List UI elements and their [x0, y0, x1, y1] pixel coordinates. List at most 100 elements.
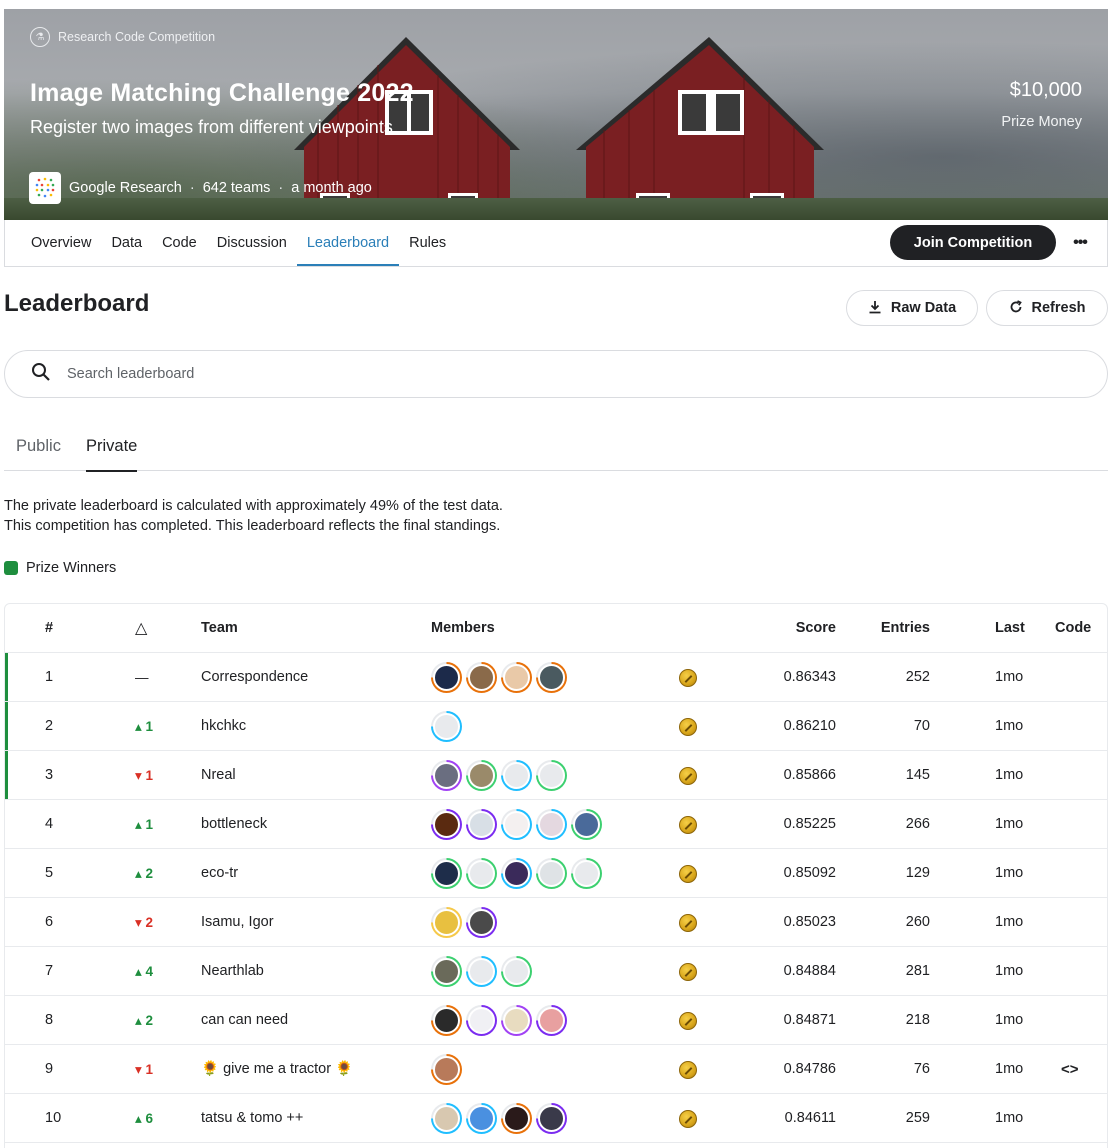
column-delta[interactable]: △ — [135, 604, 147, 653]
page-title: Leaderboard — [4, 290, 150, 317]
member-avatar[interactable] — [501, 809, 532, 840]
column-score[interactable]: Score — [735, 604, 836, 653]
medal-cell — [679, 947, 697, 996]
member-avatar[interactable] — [431, 662, 462, 693]
member-avatar[interactable] — [431, 809, 462, 840]
table-row[interactable]: 6 ▾ 2 Isamu, Igor 0.85023 260 1mo — [5, 898, 1107, 947]
member-avatar[interactable] — [536, 809, 567, 840]
member-avatar[interactable] — [536, 1005, 567, 1036]
team-members — [431, 751, 567, 800]
member-avatar[interactable] — [431, 711, 462, 742]
member-avatar[interactable] — [431, 956, 462, 987]
gold-medal-icon — [679, 1060, 697, 1079]
team-name[interactable]: tatsu & tomo ++ — [201, 1094, 303, 1143]
member-avatar[interactable] — [431, 760, 462, 791]
member-avatar[interactable] — [501, 760, 532, 791]
tab-leaderboard[interactable]: Leaderboard — [296, 220, 400, 266]
member-avatar[interactable] — [466, 858, 497, 889]
column-code[interactable]: Code — [1055, 604, 1091, 653]
member-avatar[interactable] — [466, 907, 497, 938]
team-name[interactable]: Nearthlab — [201, 947, 264, 996]
member-avatar[interactable] — [536, 760, 567, 791]
member-avatar[interactable] — [466, 956, 497, 987]
gold-medal-icon — [679, 815, 697, 834]
team-name[interactable]: hkchkc — [201, 702, 246, 751]
prize-label: Prize Money — [1001, 114, 1082, 130]
avatar-image — [538, 762, 565, 789]
team-name[interactable]: Isamu, Igor — [201, 898, 274, 947]
gold-medal-icon — [679, 1011, 697, 1030]
column-members[interactable]: Members — [431, 604, 495, 653]
score-cell: 0.84611 — [784, 1110, 836, 1126]
entries-cell: 259 — [905, 1110, 930, 1126]
more-options-icon[interactable]: ••• — [1067, 230, 1093, 256]
tab-private[interactable]: Private — [86, 430, 138, 472]
table-row[interactable]: 1 — Correspondence 0.86343 252 1mo — [5, 653, 1107, 702]
team-name[interactable]: bottleneck — [201, 800, 267, 849]
column-entries[interactable]: Entries — [845, 604, 930, 653]
tab-discussion[interactable]: Discussion — [207, 220, 297, 266]
score-cell: 0.85092 — [783, 865, 836, 881]
tab-rules[interactable]: Rules — [399, 220, 456, 266]
member-avatar[interactable] — [536, 858, 567, 889]
host-logo-icon[interactable] — [29, 172, 61, 204]
prize-winners-legend: Prize Winners — [4, 560, 116, 576]
score-cell: 0.86343 — [783, 669, 836, 685]
table-row[interactable]: 4 ▴ 1 bottleneck 0.85225 266 1mo — [5, 800, 1107, 849]
member-avatar[interactable] — [536, 1103, 567, 1134]
leaderboard-tabs: Public Private — [4, 430, 1108, 472]
avatar-image — [468, 909, 495, 936]
member-avatar[interactable] — [501, 662, 532, 693]
team-name[interactable]: Nreal — [201, 751, 236, 800]
column-last[interactable]: Last — [995, 604, 1025, 653]
team-name[interactable]: 🌻 give me a tractor 🌻 — [201, 1045, 353, 1094]
member-avatar[interactable] — [466, 809, 497, 840]
host-info: Google Research · 642 teams · a month ag… — [29, 172, 372, 204]
team-name[interactable]: Correspondence — [201, 653, 308, 702]
member-avatar[interactable] — [431, 907, 462, 938]
member-avatar[interactable] — [571, 858, 602, 889]
member-avatar[interactable] — [431, 1103, 462, 1134]
table-row[interactable]: 3 ▾ 1 Nreal 0.85866 145 1mo — [5, 751, 1107, 800]
tab-public[interactable]: Public — [16, 430, 61, 471]
table-row[interactable]: 9 ▾ 1 🌻 give me a tractor 🌻 0.84786 76 1mo <> — [5, 1045, 1107, 1094]
member-avatar[interactable] — [501, 858, 532, 889]
member-avatar[interactable] — [501, 956, 532, 987]
avatar-image — [433, 1007, 460, 1034]
tab-overview[interactable]: Overview — [21, 220, 101, 266]
raw-data-button[interactable]: Raw Data — [846, 290, 978, 326]
member-avatar[interactable] — [536, 662, 567, 693]
table-row[interactable]: 5 ▴ 2 eco-tr 0.85092 129 1mo — [5, 849, 1107, 898]
gold-medal-icon — [679, 668, 697, 687]
member-avatar[interactable] — [431, 1005, 462, 1036]
table-row[interactable]: 10 ▴ 6 tatsu & tomo ++ 0.84611 259 1mo — [5, 1094, 1107, 1143]
team-count: 642 teams — [202, 180, 271, 196]
member-avatar[interactable] — [571, 809, 602, 840]
score-cell: 0.84786 — [783, 1061, 836, 1077]
member-avatar[interactable] — [466, 1005, 497, 1036]
code-icon[interactable]: <> — [1061, 1045, 1079, 1094]
join-competition-button[interactable]: Join Competition — [890, 225, 1056, 260]
member-avatar[interactable] — [431, 858, 462, 889]
gold-medal-icon — [679, 1109, 697, 1128]
column-team[interactable]: Team — [201, 604, 238, 653]
member-avatar[interactable] — [501, 1103, 532, 1134]
member-avatar[interactable] — [431, 1054, 462, 1085]
table-row[interactable]: 2 ▴ 1 hkchkc 0.86210 70 1mo — [5, 702, 1107, 751]
member-avatar[interactable] — [466, 662, 497, 693]
tab-data[interactable]: Data — [101, 220, 152, 266]
member-avatar[interactable] — [501, 1005, 532, 1036]
team-name[interactable]: eco-tr — [201, 849, 238, 898]
avatar-image — [503, 958, 530, 985]
search-input[interactable] — [67, 366, 967, 382]
column-rank[interactable]: # — [45, 604, 53, 653]
tab-code[interactable]: Code — [152, 220, 207, 266]
table-row[interactable]: 8 ▴ 2 can can need 0.84871 218 1mo — [5, 996, 1107, 1045]
member-avatar[interactable] — [466, 760, 497, 791]
team-name[interactable]: can can need — [201, 996, 288, 1045]
host-name[interactable]: Google Research — [69, 180, 182, 196]
member-avatar[interactable] — [466, 1103, 497, 1134]
refresh-button[interactable]: Refresh — [986, 290, 1108, 326]
table-row[interactable]: 7 ▴ 4 Nearthlab 0.84884 281 1mo — [5, 947, 1107, 996]
medal-cell — [679, 751, 697, 800]
